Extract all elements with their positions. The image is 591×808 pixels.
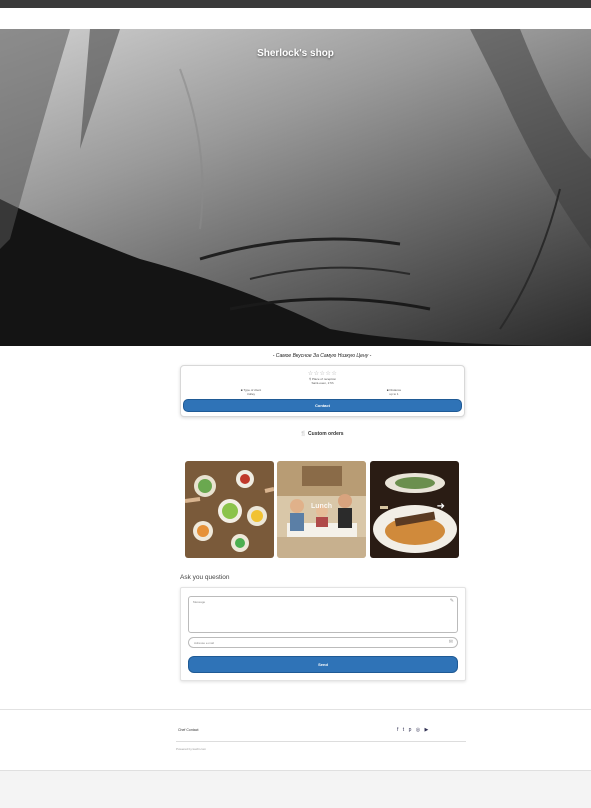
- email-field[interactable]: Adresse e-mail ✉: [188, 637, 458, 648]
- bottom-divider: [0, 770, 591, 771]
- distance-value: up to 1: [389, 392, 399, 396]
- client-type-value: trolley: [246, 392, 255, 396]
- gallery-tile-lunch[interactable]: Lunch: [277, 461, 366, 558]
- next-arrow-icon[interactable]: ➜: [437, 501, 445, 512]
- dishes-photo: [370, 461, 459, 558]
- message-placeholder: Message: [193, 600, 206, 604]
- shop-info-card: ☆☆☆☆☆ ⚲ Place of reception Saint-ouen, 1…: [180, 365, 465, 417]
- main-content: - Самое Вкусное За Самую Низкую Цену - ☆…: [0, 346, 591, 709]
- footer: Chef Contact f t p ◎ ▶ Powered by kachi.…: [0, 710, 591, 770]
- envelope-icon: ✉: [448, 639, 453, 645]
- facebook-icon[interactable]: f: [397, 727, 400, 733]
- custom-orders-label: Custom orders: [308, 431, 344, 437]
- gallery-tile-food-table[interactable]: [185, 461, 274, 558]
- rating-stars: ☆☆☆☆☆: [307, 371, 338, 377]
- pinterest-icon[interactable]: p: [409, 727, 413, 733]
- instagram-icon[interactable]: ◎: [416, 727, 422, 733]
- food-table-photo: [185, 461, 274, 558]
- place-value: Saint-ouen, 17th: [311, 381, 334, 385]
- send-button[interactable]: Send: [188, 656, 458, 673]
- email-placeholder: Adresse e-mail: [194, 641, 215, 645]
- custom-orders-heading: 🍴 Custom orders: [180, 431, 464, 437]
- distance-info: ■ Distance up to 1: [364, 388, 424, 396]
- twitter-icon[interactable]: t: [403, 727, 406, 733]
- shop-slogan: - Самое Вкусное За Самую Низкую Цену -: [272, 353, 372, 359]
- social-links: f t p ◎ ▶: [397, 727, 430, 733]
- question-form: Message ✎ Adresse e-mail ✉ Send: [180, 587, 466, 681]
- footer-contact-link[interactable]: Chef Contact: [178, 728, 198, 732]
- top-bar: [0, 0, 591, 8]
- footer-separator: [176, 741, 466, 742]
- client-type-info: ■ Type of client trolley: [221, 388, 281, 396]
- hero-artwork: [0, 29, 591, 346]
- gallery-tile-dishes[interactable]: ➜: [370, 461, 459, 558]
- header-strip: [0, 8, 591, 29]
- message-field[interactable]: Message ✎: [188, 596, 458, 633]
- shop-title: Sherlock's shop: [257, 48, 334, 59]
- gallery-tile-label: Lunch: [311, 503, 332, 510]
- question-heading: Ask you question: [180, 574, 230, 581]
- hero-banner: Sherlock's shop: [0, 29, 591, 346]
- pencil-icon: ✎: [449, 598, 454, 604]
- youtube-icon[interactable]: ▶: [425, 727, 430, 733]
- place-info: ⚲ Place of reception Saint-ouen, 17th: [181, 377, 464, 385]
- powered-by-text[interactable]: Powered by kachi.com: [176, 747, 206, 751]
- cutlery-icon: 🍴: [300, 431, 307, 437]
- contact-button[interactable]: Contact: [183, 399, 462, 412]
